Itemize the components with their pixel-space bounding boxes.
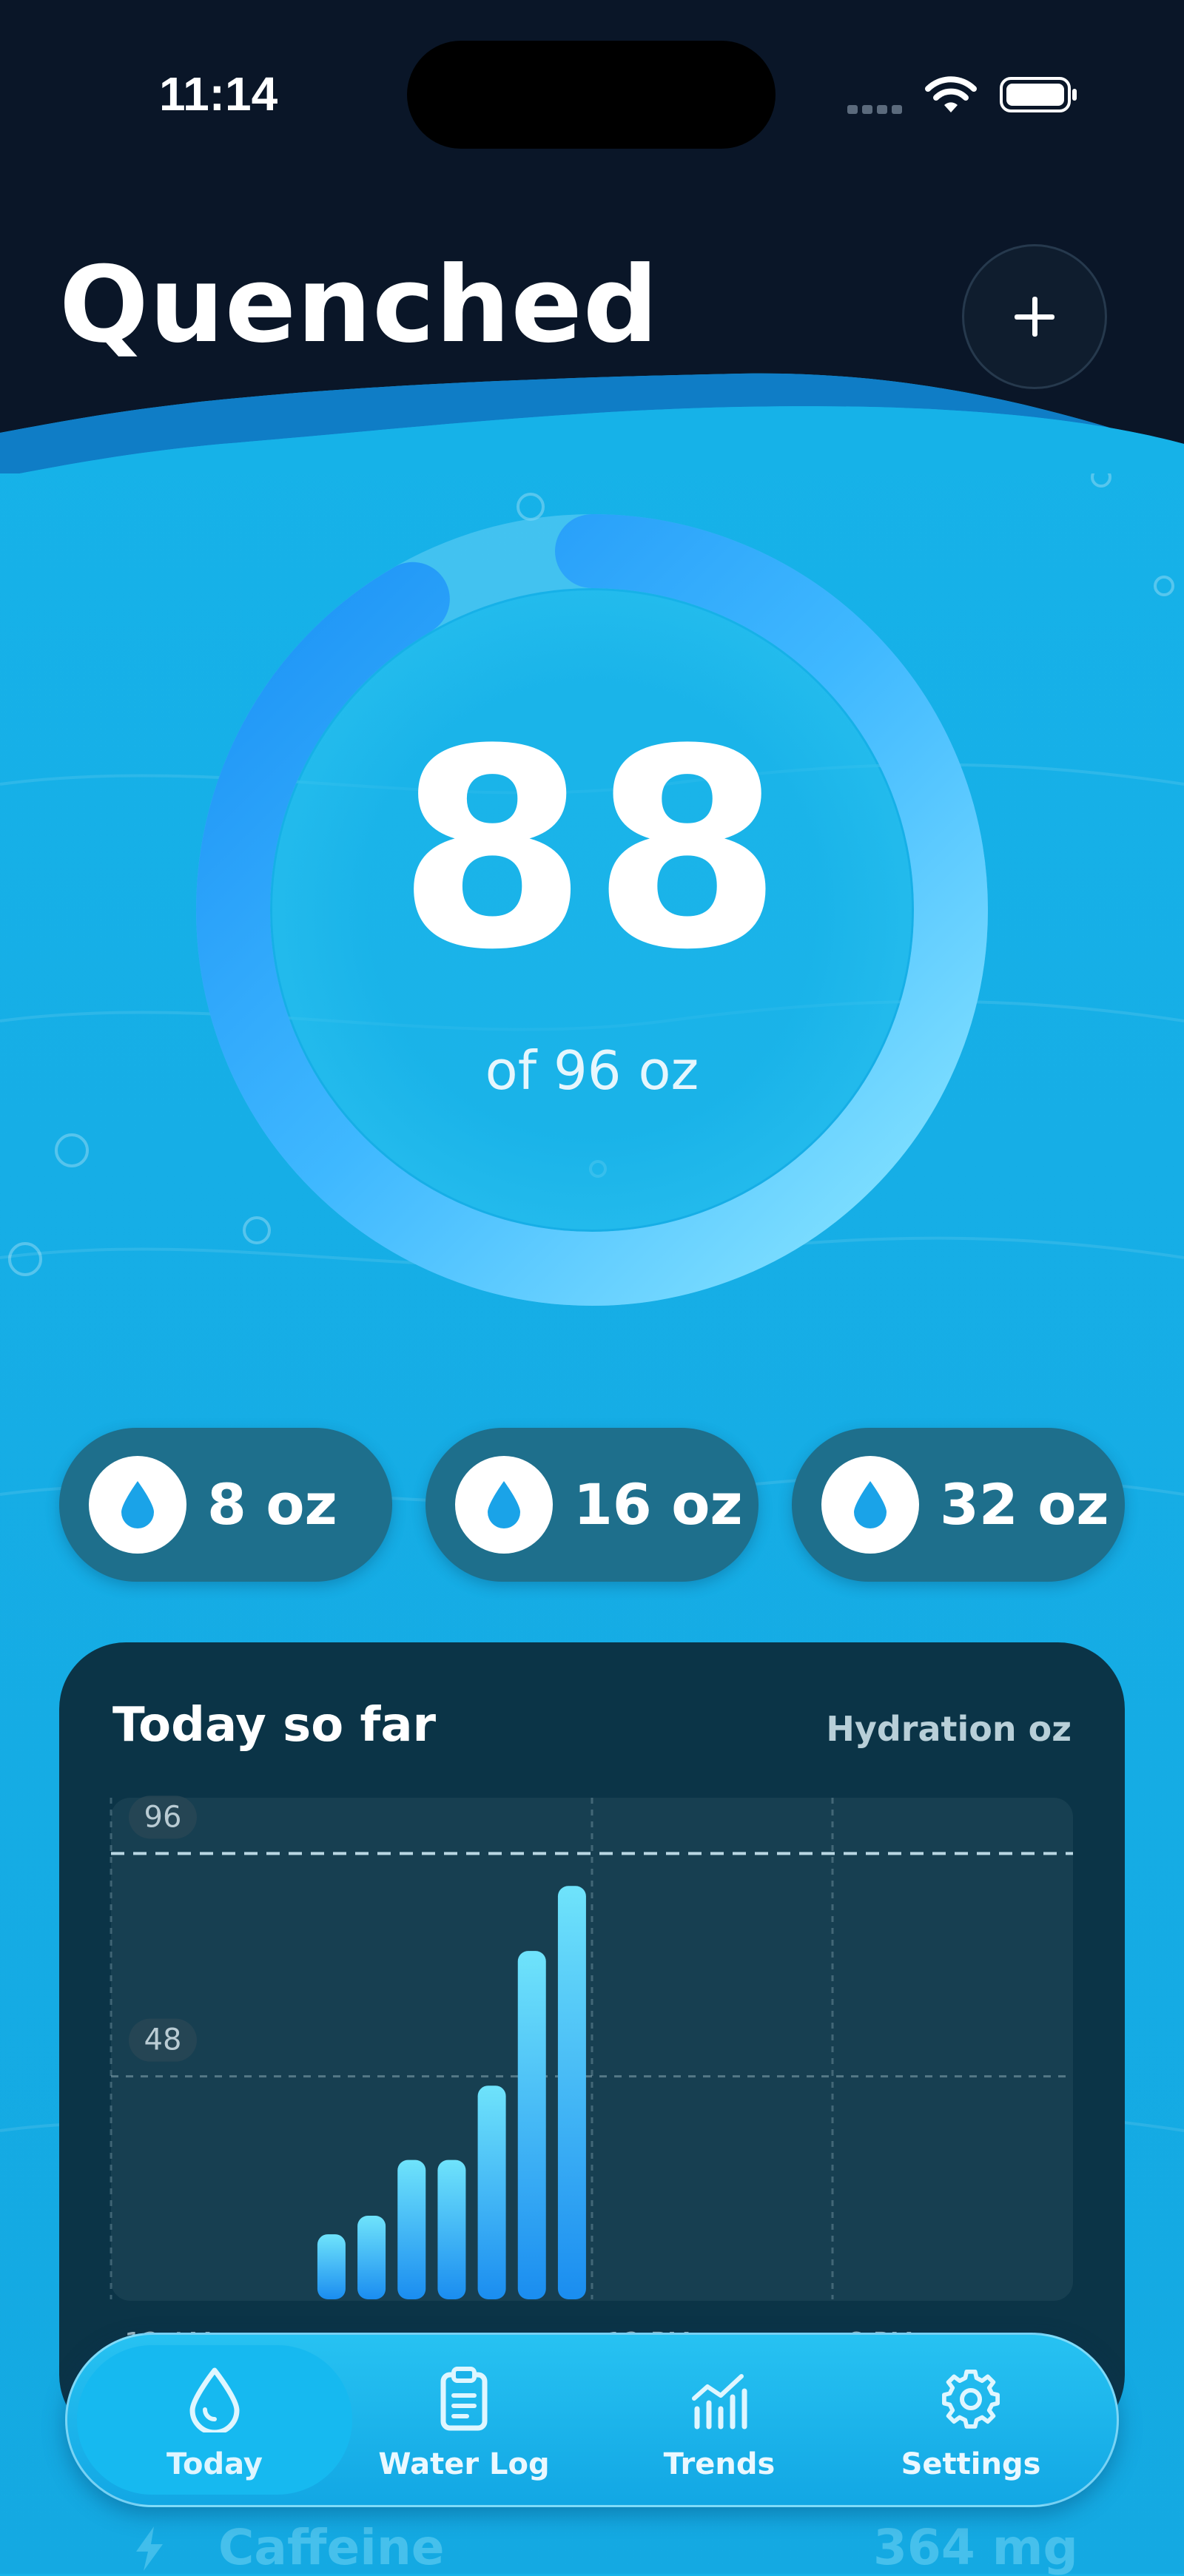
quick-add-8oz-button[interactable]: 8 oz [59,1428,392,1582]
drop-badge [455,1456,553,1554]
tab-label: Today [166,2447,263,2481]
caffeine-row-label: Caffeine [218,2519,445,2576]
tab-label: Trends [663,2447,776,2481]
app-title: Quenched [59,244,659,366]
cellular-signal-icon [847,105,902,114]
water-drop-icon [189,2367,240,2432]
water-drop-icon [488,1481,520,1528]
wifi-icon [925,76,977,112]
status-time: 11:14 [159,67,278,121]
drop-badge [821,1456,919,1554]
tab-label: Settings [901,2447,1041,2481]
chart-plot-area [111,1798,1073,2301]
tab-today[interactable]: Today [104,2353,326,2493]
tab-water-log[interactable]: Water Log [353,2353,575,2493]
add-drink-button[interactable] [962,244,1107,389]
card-unit-label: Hydration oz [826,1709,1072,1749]
tab-label: Water Log [378,2447,550,2481]
quick-add-label: 32 oz [940,1471,1109,1537]
quick-add-label: 8 oz [207,1471,337,1537]
chart-trend-icon [692,2374,747,2430]
water-drop-icon [121,1481,154,1528]
bolt-icon [136,2526,163,2571]
drop-badge [89,1456,186,1554]
progress-value: 88 [397,692,787,1010]
tab-trends[interactable]: Trends [608,2353,830,2493]
card-title: Today so far [112,1698,437,1753]
quick-add-16oz-button[interactable]: 16 oz [426,1428,758,1582]
battery-icon [1000,77,1077,112]
clipboard-icon [440,2367,488,2431]
quick-add-32oz-button[interactable]: 32 oz [792,1428,1125,1582]
gear-icon [942,2369,1000,2429]
progress-goal: of 96 oz [485,1039,699,1102]
caffeine-row-value: 364 mg [873,2519,1078,2576]
water-drop-icon [854,1481,887,1528]
dynamic-island [407,41,776,149]
quick-add-label: 16 oz [574,1471,743,1537]
tab-settings[interactable]: Settings [860,2353,1082,2493]
